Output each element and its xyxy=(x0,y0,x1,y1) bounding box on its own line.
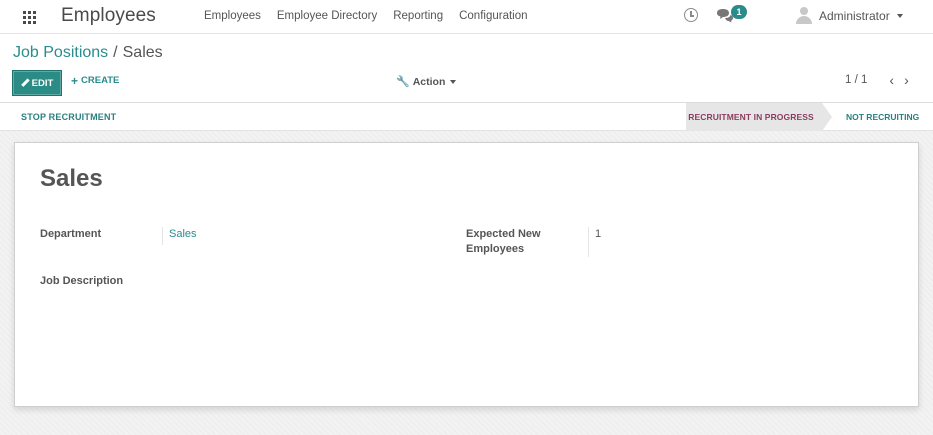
wrench-icon: 🔧 xyxy=(396,76,410,88)
expected-new-employees-value: 1 xyxy=(595,228,602,240)
stage-not-recruiting[interactable]: NOT RECRUITING xyxy=(846,112,919,122)
field-divider xyxy=(588,227,589,257)
menu-configuration[interactable]: Configuration xyxy=(459,10,527,22)
main-menu: Employees Employee Directory Reporting C… xyxy=(204,10,544,22)
pager-previous-button[interactable]: ‹ xyxy=(889,73,894,87)
pencil-icon xyxy=(21,79,29,87)
apps-grid-icon[interactable] xyxy=(23,11,36,24)
stage-recruitment-in-progress[interactable]: RECRUITMENT IN PROGRESS xyxy=(686,103,822,131)
field-divider xyxy=(162,227,163,245)
department-value-link[interactable]: Sales xyxy=(169,228,197,240)
menu-reporting[interactable]: Reporting xyxy=(393,10,443,22)
user-menu[interactable]: Administrator xyxy=(796,7,903,24)
form-sheet: Sales Department Sales Expected New Empl… xyxy=(14,142,919,407)
edit-button[interactable]: EDIT xyxy=(12,70,62,96)
job-description-label: Job Description xyxy=(40,275,124,287)
breadcrumb-separator: / xyxy=(113,44,118,61)
stage-arrow xyxy=(822,103,832,131)
breadcrumb: Job Positions / Sales xyxy=(13,44,163,62)
pager-value[interactable]: 1 / 1 xyxy=(845,74,867,86)
content-area: Sales Department Sales Expected New Empl… xyxy=(0,131,933,435)
top-navbar: Employees Employees Employee Directory R… xyxy=(0,0,933,34)
caret-down-icon xyxy=(450,79,457,84)
create-button-label: CREATE xyxy=(81,75,120,86)
chevron-down-icon xyxy=(896,13,903,18)
department-label: Department xyxy=(40,228,102,240)
record-title: Sales xyxy=(40,165,103,192)
stop-recruitment-button[interactable]: STOP RECRUITMENT xyxy=(21,112,116,122)
form-statusbar: STOP RECRUITMENT RECRUITMENT IN PROGRESS… xyxy=(0,103,933,131)
control-panel: Job Positions / Sales EDIT + CREATE 🔧 Acti… xyxy=(0,34,933,103)
pager-next-button[interactable]: › xyxy=(904,73,909,87)
breadcrumb-job-positions[interactable]: Job Positions xyxy=(13,44,108,61)
messages-count-badge: 1 xyxy=(731,5,747,19)
menu-employees[interactable]: Employees xyxy=(204,10,261,22)
user-name: Administrator xyxy=(819,8,890,23)
action-dropdown[interactable]: 🔧 Action xyxy=(396,75,457,88)
edit-button-label: EDIT xyxy=(31,77,54,89)
app-title[interactable]: Employees xyxy=(61,5,156,27)
user-avatar-icon xyxy=(796,7,812,24)
expected-new-employees-label: Expected New Employees xyxy=(466,228,541,255)
menu-employee-directory[interactable]: Employee Directory xyxy=(277,10,377,22)
activity-clock-icon[interactable] xyxy=(684,8,698,22)
action-dropdown-label: Action xyxy=(412,75,446,88)
plus-icon: + xyxy=(71,73,79,88)
pager: 1 / 1 ‹ › xyxy=(845,73,909,87)
create-button[interactable]: + CREATE xyxy=(71,73,120,88)
breadcrumb-current: Sales xyxy=(122,44,163,61)
